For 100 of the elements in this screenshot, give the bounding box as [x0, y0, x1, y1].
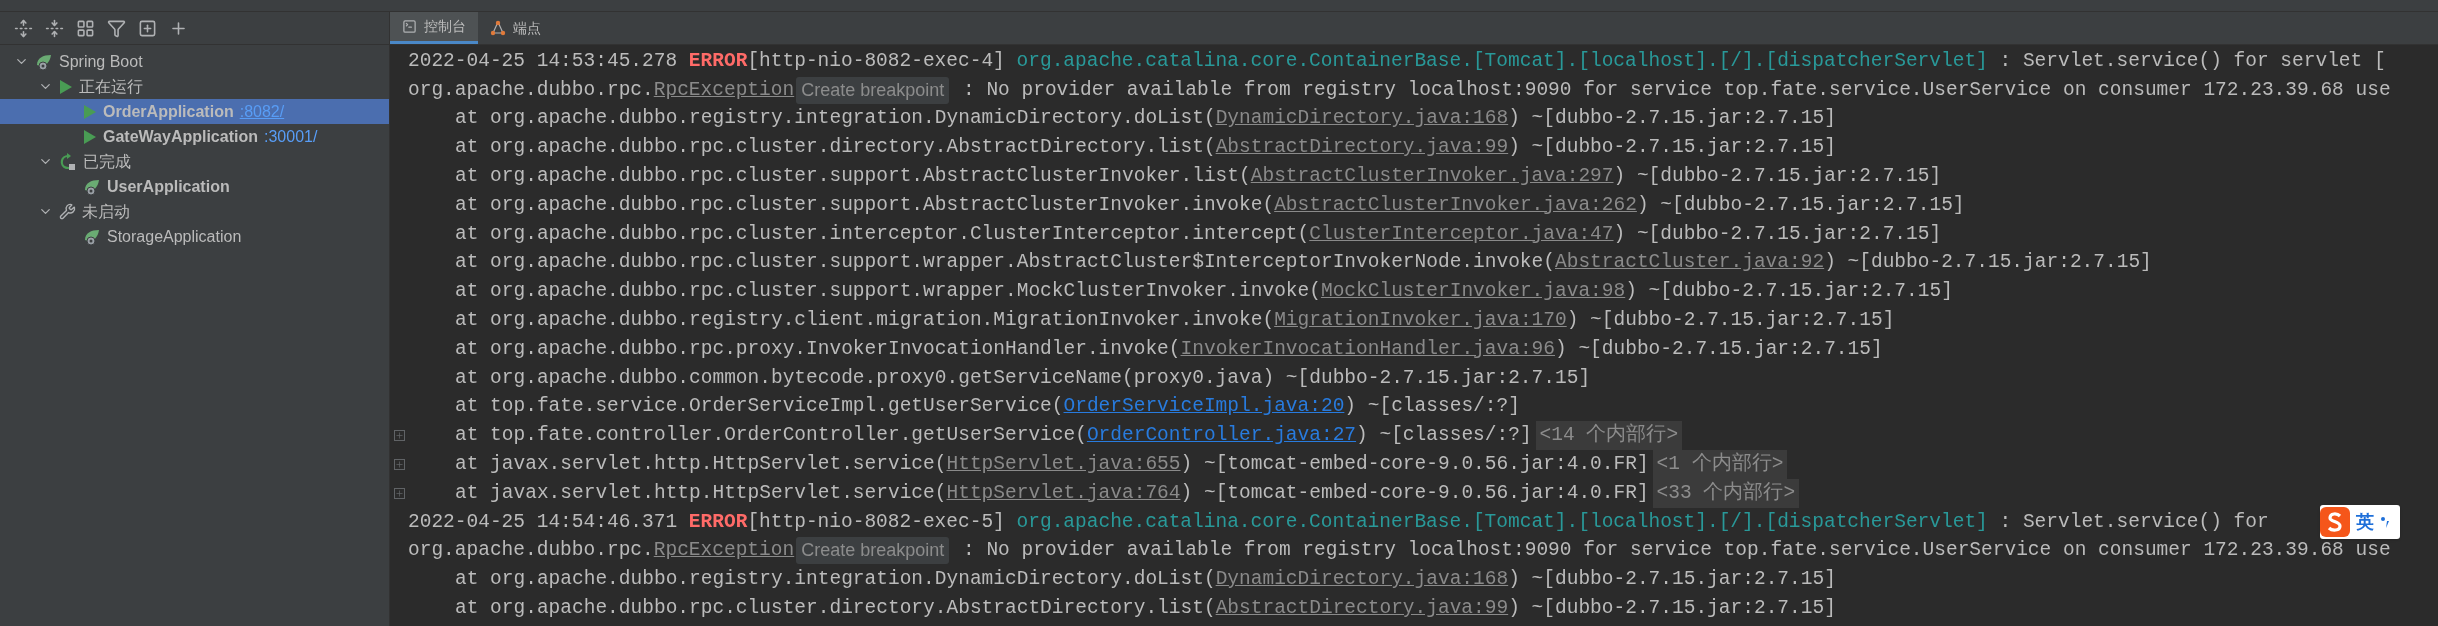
- log-text: at org.apache.dubbo.common.bytecode.proxy0.getServiceName(proxy0.java) ~[dubbo-2.7.15.jar:2.7.15]: [455, 365, 1591, 391]
- log-text: at org.apache.dubbo.rpc.cluster.support.wrapper.MockClusterInvoker.invoke(: [455, 279, 1321, 305]
- log-text: ) ~[dubbo-2.7.15.jar:2.7.15]: [1508, 595, 1836, 621]
- log-text: ) ~[classes/:?]: [1344, 394, 1520, 420]
- log-text: 2022-04-25 14:53:45.278: [408, 48, 679, 74]
- create-breakpoint-hint[interactable]: Create breakpoint: [796, 537, 950, 565]
- folded-lines-badge[interactable]: <33 个内部行>: [1652, 478, 1800, 508]
- plus-icon: [394, 488, 404, 498]
- source-link[interactable]: DynamicDirectory.java:168: [1215, 104, 1509, 134]
- log-text: org.apache.dubbo.rpc.: [408, 538, 654, 564]
- tree-item[interactable]: UserApplication: [0, 174, 389, 199]
- log-text: at org.apache.dubbo.rpc.cluster.support.AbstractClusterInvoker.list(: [455, 163, 1251, 189]
- tree-item[interactable]: GateWayApplication :30001/: [0, 124, 389, 149]
- log-text: : No provider available from registry localhost:9090 for service top.fate.service.UserService on consumer 172.23.39.68 use: [961, 538, 2391, 564]
- source-link[interactable]: HttpServlet.java:764: [946, 478, 1181, 508]
- log-level: ERROR: [688, 509, 748, 535]
- app-name: StorageApplication: [107, 226, 242, 247]
- expand-toggle[interactable]: [393, 430, 405, 442]
- input-method-widget[interactable]: 英: [2320, 504, 2400, 539]
- logger-name: org.apache.catalina.core.ContainerBase.[Tomcat].[localhost].[/].[dispatcherServlet]: [1016, 509, 1988, 535]
- wrench-icon: [59, 203, 76, 220]
- log-text: ) ~[classes/:?]: [1356, 423, 1532, 449]
- log-text: ) ~[tomcat-embed-core-9.0.56.jar:4.0.FR]: [1180, 480, 1649, 506]
- tree-item[interactable]: Spring Boot: [0, 49, 389, 74]
- expand-toggle[interactable]: [393, 487, 405, 499]
- source-link[interactable]: OrderServiceImpl.java:20: [1063, 392, 1345, 422]
- source-link[interactable]: HttpServlet.java:655: [946, 449, 1181, 480]
- create-breakpoint-hint[interactable]: Create breakpoint: [796, 76, 950, 104]
- log-text: 2022-04-25 14:54:46.371: [408, 509, 679, 535]
- logger-name: org.apache.catalina.core.ContainerBase.[Tomcat].[localhost].[/].[dispatcherServlet]: [1016, 48, 1988, 74]
- source-link[interactable]: MigrationInvoker.java:170: [1274, 305, 1567, 336]
- network-icon: [490, 20, 506, 36]
- expand-all-icon[interactable]: [14, 18, 33, 38]
- rerun-icon: [59, 152, 77, 171]
- leaf-gear-icon: [83, 227, 101, 246]
- run-icon: [83, 103, 97, 120]
- tree-item[interactable]: OrderApplication :8082/: [0, 99, 389, 124]
- tree-item[interactable]: 正在运行: [0, 74, 389, 99]
- leaf-gear-icon: [83, 177, 101, 196]
- tree-item[interactable]: StorageApplication: [0, 224, 389, 249]
- log-text: ) ~[dubbo-2.7.15.jar:2.7.15]: [1636, 192, 1965, 218]
- source-link[interactable]: AbstractDirectory.java:99: [1215, 593, 1509, 624]
- source-link[interactable]: AbstractCluster.java:92: [1555, 248, 1825, 278]
- source-link[interactable]: AbstractDirectory.java:99: [1215, 133, 1509, 163]
- app-name: 正在运行: [79, 76, 143, 97]
- log-text: ) ~[dubbo-2.7.15.jar:2.7.15]: [1508, 135, 1836, 161]
- input-method-logo-icon: [2320, 506, 2350, 537]
- folded-lines-badge[interactable]: <1 个内部行>: [1652, 449, 1788, 480]
- plus-icon: [394, 431, 404, 441]
- punctuation-icon: [2380, 514, 2390, 529]
- log-text: at org.apache.dubbo.registry.integration.DynamicDirectory.doList(: [455, 567, 1216, 593]
- source-link[interactable]: AbstractClusterInvoker.java:297: [1250, 161, 1614, 192]
- leaf-gear-icon: [35, 52, 53, 71]
- run-icon: [59, 78, 73, 95]
- source-link[interactable]: RpcException: [653, 536, 795, 566]
- log-text: [http-nio-8082-exec-5]: [747, 509, 1006, 535]
- log-text: at org.apache.dubbo.registry.integration.DynamicDirectory.doList(: [455, 106, 1216, 132]
- run-icon: [83, 128, 97, 145]
- app-name: 未启动: [82, 201, 130, 222]
- log-text: ) ~[dubbo-2.7.15.jar:2.7.15]: [1625, 279, 1953, 305]
- log-text: : No provider available from registry localhost:9090 for service top.fate.service.UserService on consumer 172.23.39.68 use: [961, 77, 2391, 103]
- source-link[interactable]: DynamicDirectory.java:168: [1215, 565, 1509, 595]
- tree-item[interactable]: 未启动: [0, 199, 389, 224]
- source-link[interactable]: RpcException: [653, 75, 795, 105]
- app-name: 已完成: [83, 151, 131, 172]
- console-tab[interactable]: 端点: [478, 12, 553, 44]
- log-text: ) ~[dubbo-2.7.15.jar:2.7.15]: [1566, 307, 1895, 333]
- log-text: : Servlet.service() for servlet [: [1998, 48, 2386, 74]
- log-text: at javax.servlet.http.HttpServlet.service(: [455, 480, 947, 506]
- app-name: Spring Boot: [59, 51, 143, 72]
- source-link[interactable]: ClusterInterceptor.java:47: [1309, 219, 1614, 249]
- tree-item[interactable]: 已完成: [0, 149, 389, 174]
- log-text: ) ~[dubbo-2.7.15.jar:2.7.15]: [1613, 163, 1942, 189]
- log-text: ) ~[dubbo-2.7.15.jar:2.7.15]: [1824, 250, 2152, 276]
- add-frame-icon[interactable]: [138, 18, 157, 38]
- log-text: ) ~[dubbo-2.7.15.jar:2.7.15]: [1555, 336, 1883, 362]
- source-link[interactable]: MockClusterInvoker.java:98: [1320, 277, 1626, 307]
- log-text: ) ~[dubbo-2.7.15.jar:2.7.15]: [1508, 106, 1836, 132]
- console-tab[interactable]: 控制台: [390, 12, 478, 44]
- collapse-all-icon[interactable]: [45, 18, 64, 38]
- log-text: org.apache.dubbo.rpc.: [408, 77, 654, 103]
- log-text: [http-nio-8082-exec-4]: [747, 48, 1006, 74]
- source-link[interactable]: InvokerInvocationHandler.java:96: [1180, 334, 1555, 364]
- app-name: OrderApplication: [103, 101, 234, 122]
- grid-icon[interactable]: [76, 18, 95, 38]
- app-name: UserApplication: [107, 176, 230, 197]
- plus-icon: [394, 460, 404, 470]
- port-link[interactable]: :30001/: [264, 124, 318, 149]
- log-text: at javax.servlet.http.HttpServlet.service(: [455, 451, 947, 477]
- terminal-icon: [402, 19, 417, 34]
- log-text: at top.fate.service.OrderServiceImpl.getUserService(: [455, 394, 1064, 420]
- source-link[interactable]: OrderController.java:27: [1086, 421, 1357, 451]
- filter-icon[interactable]: [107, 18, 126, 38]
- source-link[interactable]: AbstractClusterInvoker.java:262: [1274, 190, 1637, 220]
- log-level: ERROR: [688, 48, 748, 74]
- log-text: at org.apache.dubbo.registry.client.migration.MigrationInvoker.invoke(: [455, 307, 1275, 333]
- log-text: at org.apache.dubbo.rpc.cluster.support.wrapper.AbstractCluster$InterceptorInvokerNode.invoke(: [455, 250, 1555, 276]
- expand-toggle[interactable]: [393, 459, 405, 471]
- folded-lines-badge[interactable]: <14 个内部行>: [1535, 421, 1683, 451]
- log-text: ) ~[tomcat-embed-core-9.0.56.jar:4.0.FR]: [1180, 451, 1649, 477]
